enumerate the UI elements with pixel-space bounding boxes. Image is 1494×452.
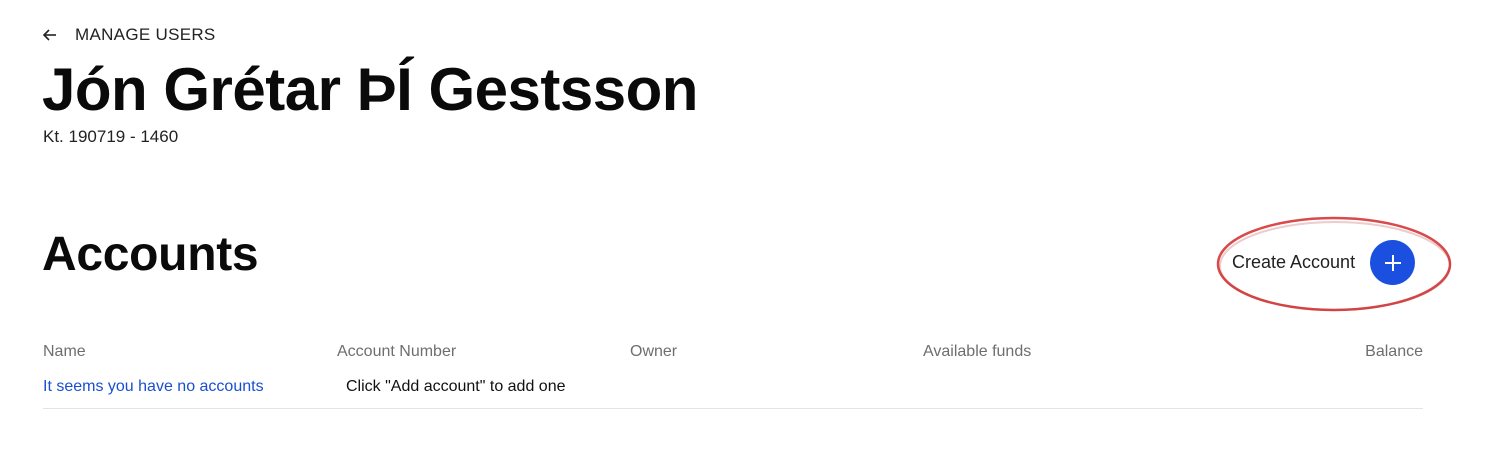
plus-icon[interactable] [1370, 240, 1416, 285]
accounts-section-title: Accounts [42, 228, 259, 281]
arrow-left-icon [42, 27, 58, 43]
create-account-label: Create Account [1232, 252, 1356, 272]
column-header-balance[interactable]: Balance [1365, 343, 1423, 361]
create-account-button[interactable]: Create Account [1232, 240, 1416, 285]
page-title: Jón Grétar ÞÍ Gestsson [42, 56, 698, 123]
column-header-name[interactable]: Name [43, 343, 86, 361]
back-to-manage-users-link[interactable]: MANAGE USERS [42, 25, 216, 45]
table-header: Name Account Number Owner Available fund… [43, 340, 1423, 366]
back-link-label: MANAGE USERS [75, 25, 216, 44]
empty-state-hint: Click "Add account" to add one [346, 378, 566, 395]
column-header-account-number[interactable]: Account Number [337, 343, 456, 361]
column-header-owner[interactable]: Owner [630, 343, 677, 361]
user-detail-page: MANAGE USERS Jón Grétar ÞÍ Gestsson Kt. … [0, 0, 1494, 452]
empty-state-message: It seems you have no accounts [43, 378, 264, 395]
accounts-table: Name Account Number Owner Available fund… [43, 340, 1423, 409]
user-kennitala: Kt. 190719 - 1460 [43, 127, 179, 146]
column-header-available-funds[interactable]: Available funds [923, 343, 1031, 361]
empty-state-row: It seems you have no accounts Click "Add… [43, 366, 1423, 409]
